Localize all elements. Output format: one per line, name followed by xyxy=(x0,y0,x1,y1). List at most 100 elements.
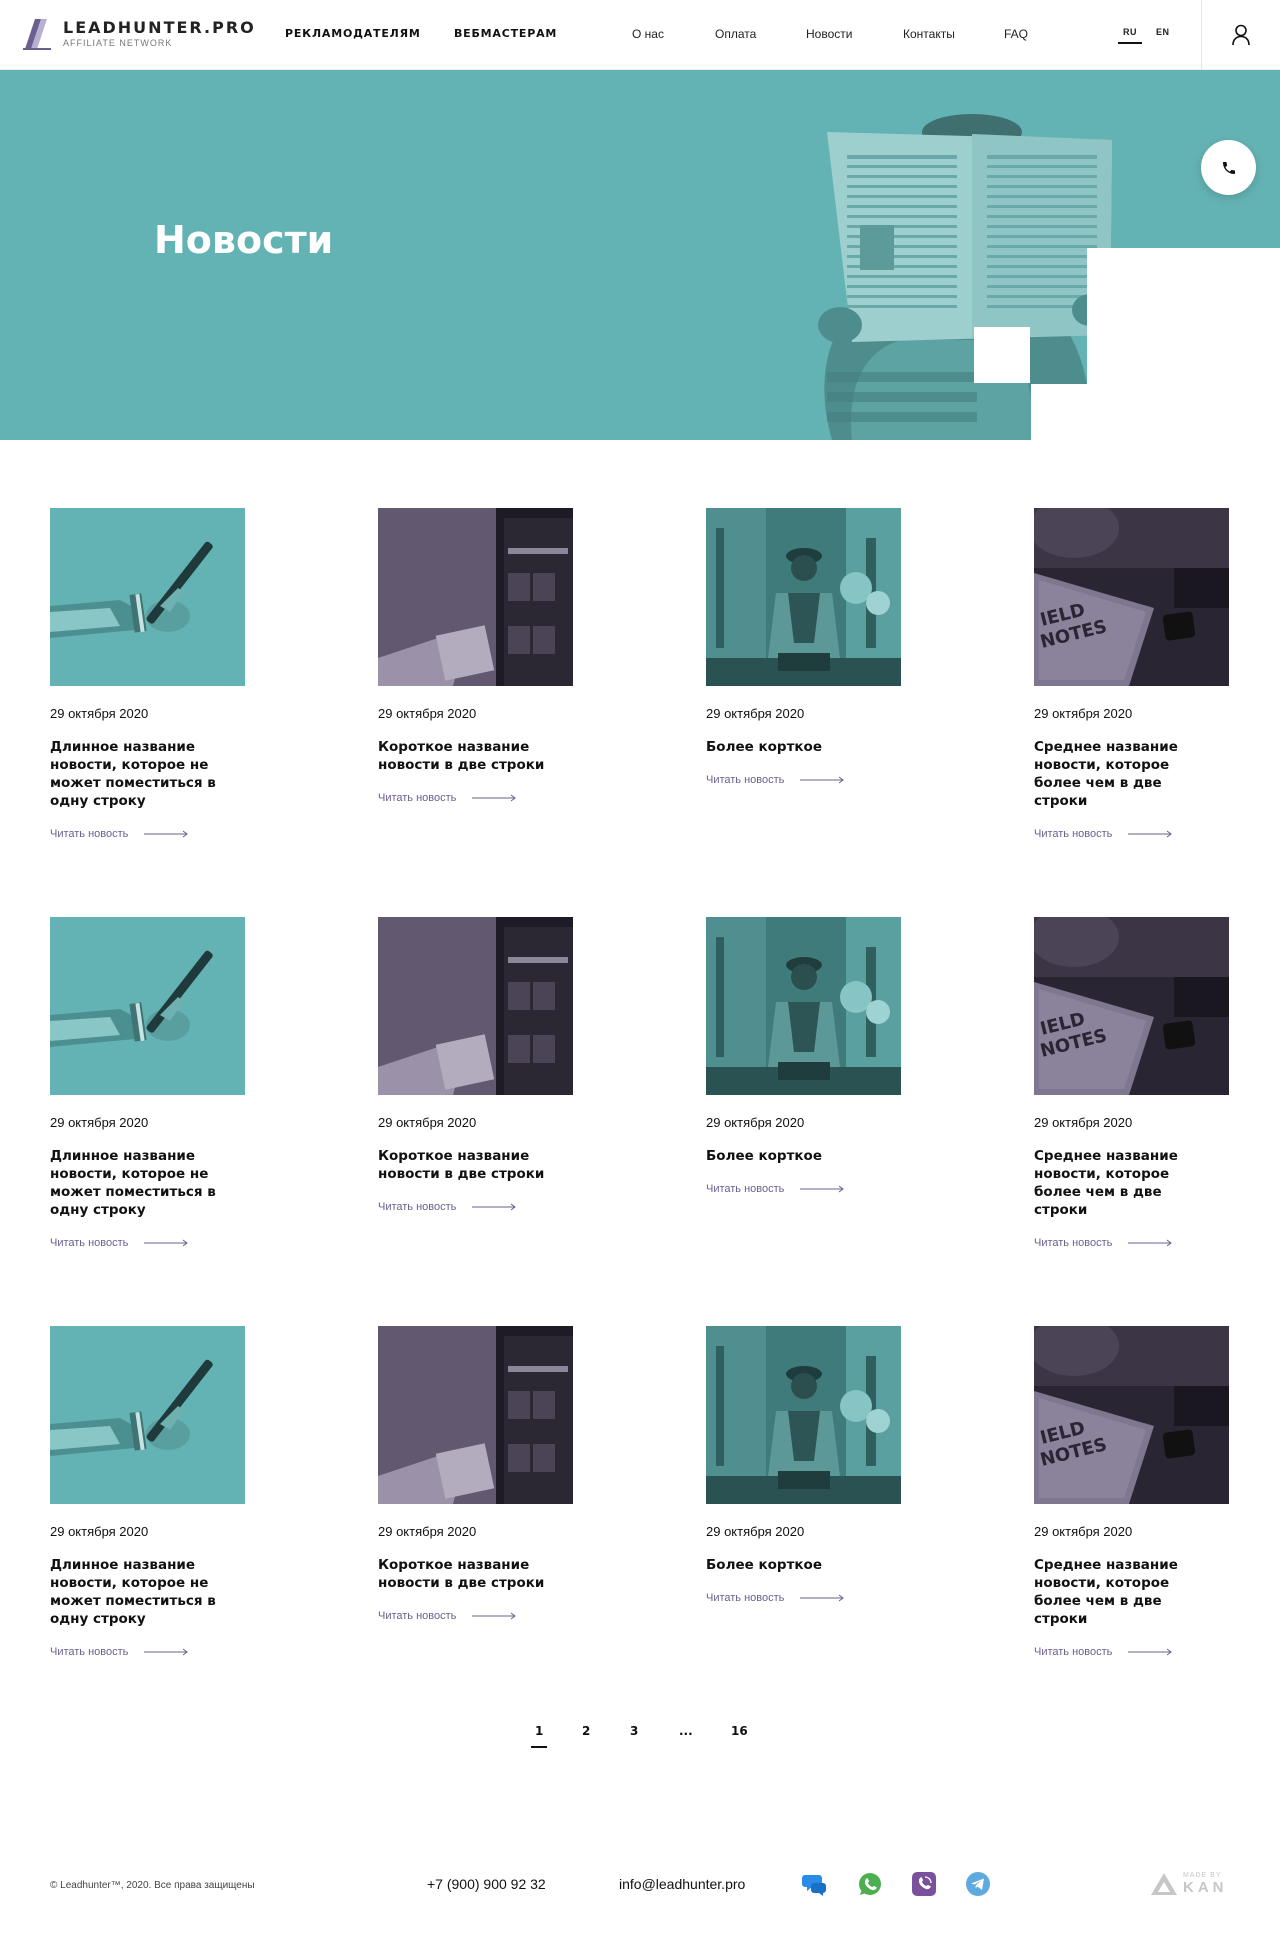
news-date: 29 октября 2020 xyxy=(1034,1115,1133,1130)
news-image-man-sitting-street[interactable] xyxy=(706,508,901,686)
nav-faq[interactable]: FAQ xyxy=(1004,27,1028,41)
arrow-right-icon xyxy=(144,830,189,838)
news-card: 29 октября 2020 Длинное название новости… xyxy=(50,508,250,840)
news-date: 29 октября 2020 xyxy=(706,706,805,721)
footer-phone-link[interactable]: +7 (900) 900 92 32 xyxy=(427,1876,546,1892)
page-2[interactable]: 2 xyxy=(582,1724,590,1738)
nav-payment[interactable]: Оплата xyxy=(715,27,756,41)
nav-contacts[interactable]: Контакты xyxy=(903,27,955,41)
hero-banner: Новости xyxy=(0,70,1280,440)
read-news-label: Читать новость xyxy=(1034,828,1113,840)
call-button[interactable] xyxy=(1201,140,1256,195)
news-title[interactable]: Длинное название новости, которое не мож… xyxy=(50,1147,230,1219)
read-news-link[interactable]: Читать новость xyxy=(1034,1646,1234,1658)
read-news-link[interactable]: Читать новость xyxy=(706,774,906,786)
arrow-right-icon xyxy=(472,1203,517,1211)
news-date: 29 октября 2020 xyxy=(1034,706,1133,721)
news-card: IELD NOTES 29 октября 2020 Среднее назва… xyxy=(1034,508,1234,840)
user-account-button[interactable] xyxy=(1201,0,1280,70)
whatsapp-icon[interactable] xyxy=(857,1871,883,1897)
news-title[interactable]: Короткое название новости в две строки xyxy=(378,738,558,774)
logo-mark-icon xyxy=(23,17,53,51)
read-news-link[interactable]: Читать новость xyxy=(706,1183,906,1195)
footer-email-link[interactable]: info@leadhunter.pro xyxy=(619,1876,745,1892)
read-news-link[interactable]: Читать новость xyxy=(1034,828,1234,840)
read-news-label: Читать новость xyxy=(378,1610,457,1622)
read-news-link[interactable]: Читать новость xyxy=(378,792,578,804)
made-by-brand: KAN xyxy=(1183,1879,1228,1896)
news-image-field-notes-notebook[interactable]: IELD NOTES xyxy=(1034,508,1229,686)
lang-ru[interactable]: RU xyxy=(1118,27,1142,44)
hero-decor-block xyxy=(1031,384,1280,440)
news-image-field-notes-notebook[interactable]: IELD NOTES xyxy=(1034,917,1229,1095)
news-card: 29 октября 2020 Короткое название новост… xyxy=(378,917,578,1213)
news-date: 29 октября 2020 xyxy=(50,1524,149,1539)
news-title[interactable]: Длинное название новости, которое не мож… xyxy=(50,738,230,810)
chat-icon[interactable] xyxy=(802,1871,828,1897)
arrow-right-icon xyxy=(1128,1648,1173,1656)
news-card: 29 октября 2020 Более корткое Читать нов… xyxy=(706,508,906,786)
read-news-label: Читать новость xyxy=(50,828,129,840)
news-title[interactable]: Среднее название новости, которое более … xyxy=(1034,1556,1214,1628)
news-date: 29 октября 2020 xyxy=(706,1115,805,1130)
news-title[interactable]: Короткое название новости в две строки xyxy=(378,1556,558,1592)
read-news-link[interactable]: Читать новость xyxy=(706,1592,906,1604)
news-title[interactable]: Более корткое xyxy=(706,1147,886,1165)
read-news-link[interactable]: Читать новость xyxy=(1034,1237,1234,1249)
kan-logo-icon xyxy=(1151,1873,1177,1895)
user-icon xyxy=(1232,24,1250,46)
page-last[interactable]: 16 xyxy=(731,1724,748,1738)
news-image-phone-app-screen[interactable] xyxy=(378,508,573,686)
page-1[interactable]: 1 xyxy=(530,1724,548,1748)
news-title[interactable]: Длинное название новости, которое не мож… xyxy=(50,1556,230,1628)
read-news-link[interactable]: Читать новость xyxy=(378,1201,578,1213)
news-image-hand-with-phone[interactable] xyxy=(50,508,245,686)
news-image-field-notes-notebook[interactable]: IELD NOTES xyxy=(1034,1326,1229,1504)
news-image-man-sitting-street[interactable] xyxy=(706,1326,901,1504)
nav-advertisers[interactable]: РЕКЛАМОДАТЕЛЯМ xyxy=(285,27,421,40)
read-news-label: Читать новость xyxy=(1034,1646,1113,1658)
news-title[interactable]: Более корткое xyxy=(706,1556,886,1574)
news-date: 29 октября 2020 xyxy=(1034,1524,1133,1539)
arrow-right-icon xyxy=(472,1612,517,1620)
read-news-link[interactable]: Читать новость xyxy=(50,1646,250,1658)
nav-news[interactable]: Новости xyxy=(806,27,852,41)
news-image-phone-app-screen[interactable] xyxy=(378,917,573,1095)
read-news-link[interactable]: Читать новость xyxy=(50,828,250,840)
nav-webmasters[interactable]: ВЕБМАСТЕРАМ xyxy=(454,27,557,40)
news-title[interactable]: Среднее название новости, которое более … xyxy=(1034,1147,1214,1219)
news-date: 29 октября 2020 xyxy=(50,706,149,721)
read-news-link[interactable]: Читать новость xyxy=(378,1610,578,1622)
news-title[interactable]: Среднее название новости, которое более … xyxy=(1034,738,1214,810)
news-image-man-sitting-street[interactable] xyxy=(706,917,901,1095)
viber-icon[interactable] xyxy=(911,1871,937,1897)
news-date: 29 октября 2020 xyxy=(378,1524,477,1539)
read-news-link[interactable]: Читать новость xyxy=(50,1237,250,1249)
arrow-right-icon xyxy=(144,1648,189,1656)
arrow-right-icon xyxy=(800,1594,845,1602)
news-image-phone-app-screen[interactable] xyxy=(378,1326,573,1504)
lang-en[interactable]: EN xyxy=(1156,27,1170,37)
nav-about[interactable]: О нас xyxy=(632,27,664,41)
page-3[interactable]: 3 xyxy=(630,1724,638,1738)
news-title[interactable]: Короткое название новости в две строки xyxy=(378,1147,558,1183)
news-title[interactable]: Более корткое xyxy=(706,738,886,756)
read-news-label: Читать новость xyxy=(50,1646,129,1658)
arrow-right-icon xyxy=(1128,1239,1173,1247)
news-card: IELD NOTES 29 октября 2020 Среднее назва… xyxy=(1034,1326,1234,1658)
news-date: 29 октября 2020 xyxy=(50,1115,149,1130)
page-ellipsis: ... xyxy=(679,1724,693,1738)
read-news-label: Читать новость xyxy=(378,1201,457,1213)
news-card: 29 октября 2020 Длинное название новости… xyxy=(50,1326,250,1658)
arrow-right-icon xyxy=(800,1185,845,1193)
copyright: © Leadhunter™, 2020. Все права защищены xyxy=(50,1880,255,1891)
site-footer: © Leadhunter™, 2020. Все права защищены … xyxy=(0,1860,1280,1939)
logo[interactable]: LEADHUNTER.PRO AFFILIATE NETWORK xyxy=(23,17,256,51)
made-by-kan[interactable]: MADE BY KAN xyxy=(1150,1872,1228,1896)
page-title: Новости xyxy=(154,218,334,262)
read-news-label: Читать новость xyxy=(50,1237,129,1249)
news-date: 29 октября 2020 xyxy=(706,1524,805,1539)
telegram-icon[interactable] xyxy=(965,1871,991,1897)
news-image-hand-with-phone[interactable] xyxy=(50,917,245,1095)
news-image-hand-with-phone[interactable] xyxy=(50,1326,245,1504)
